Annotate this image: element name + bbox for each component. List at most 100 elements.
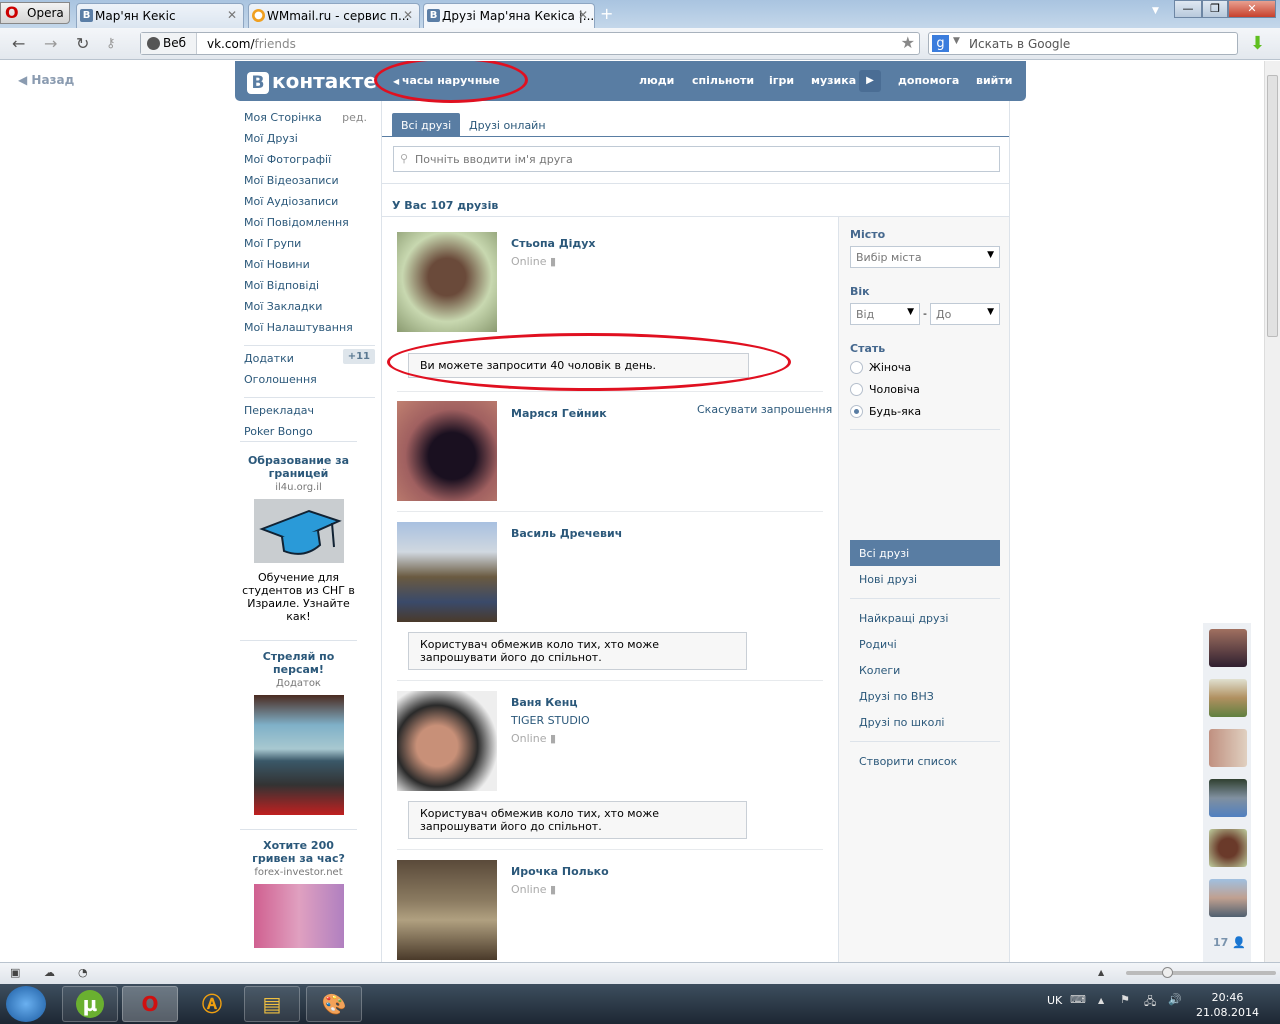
caret-up-icon[interactable]: ▲ <box>1098 968 1104 977</box>
friend-search-input[interactable]: ⚲ Почніть вводити ім'я друга <box>393 146 1000 172</box>
close-window-button[interactable]: ✕ <box>1228 0 1276 18</box>
language-indicator[interactable]: UK <box>1047 994 1062 1007</box>
list-colleagues[interactable]: Колеги <box>859 664 900 677</box>
ad-block[interactable]: Хотите 200 гривен за час? forex-investor… <box>240 839 357 948</box>
list-all-friends[interactable]: Всі друзі <box>859 547 909 560</box>
friend-name[interactable]: Василь Дречевич <box>511 527 622 540</box>
sidebar-item-poker-bongo[interactable]: Poker Bongo <box>244 425 375 446</box>
ad-block[interactable]: Образование за границей il4u.org.il Обуч… <box>240 454 357 623</box>
chat-online-count[interactable]: 17 👤 <box>1213 936 1246 949</box>
sidebar-item-bookmarks[interactable]: Мої Закладки <box>244 300 375 321</box>
friend-avatar[interactable] <box>397 860 497 960</box>
nav-games[interactable]: ігри <box>769 74 794 87</box>
friend-subtitle[interactable]: TIGER STUDIO <box>511 714 590 727</box>
back-link[interactable]: ◀ Назад <box>18 73 74 87</box>
action-center-flag-icon[interactable]: ⚑ <box>1120 993 1130 1006</box>
sidebar-item-messages[interactable]: Мої Повідомлення <box>244 216 375 237</box>
list-best-friends[interactable]: Найкращі друзі <box>859 612 948 625</box>
list-relatives[interactable]: Родичі <box>859 638 897 651</box>
vk-logo[interactable]: Вконтакте <box>247 69 377 94</box>
explorer-taskbar-icon[interactable]: ▤ <box>244 986 300 1022</box>
reload-icon[interactable]: ↻ <box>76 34 89 53</box>
chat-avatar[interactable] <box>1209 829 1247 867</box>
ad-image-game[interactable] <box>253 695 344 815</box>
zoom-slider[interactable] <box>1126 967 1276 978</box>
new-tab-icon[interactable]: + <box>600 4 613 23</box>
friend-name[interactable]: Ирочка Полько <box>511 865 609 878</box>
zoom-slider-handle[interactable] <box>1162 967 1173 978</box>
ad-title[interactable]: Образование за границей <box>240 454 357 480</box>
paint-taskbar-icon[interactable]: 🎨 <box>306 986 362 1022</box>
browser-tab-active[interactable]: В Друзі Мар'яна Кекіса |... ✕ <box>423 3 595 28</box>
minimize-button[interactable]: — <box>1174 0 1202 18</box>
sidebar-item-videos[interactable]: Мої Відеозаписи <box>244 174 375 195</box>
age-from-select[interactable]: Від ▼ <box>850 303 920 325</box>
bookmark-star-icon[interactable]: ★ <box>901 33 915 52</box>
tray-expand-icon[interactable]: ▲ <box>1098 996 1104 1005</box>
close-tab-icon[interactable]: ✕ <box>403 8 413 22</box>
system-clock[interactable]: 20:46 21.08.2014 <box>1196 990 1259 1020</box>
search-field[interactable]: g ▼ Искать в Google <box>928 32 1238 55</box>
age-to-select[interactable]: До ▼ <box>930 303 1000 325</box>
close-tab-icon[interactable]: ✕ <box>227 8 237 22</box>
sidebar-item-my-page[interactable]: Моя Сторінка ред. <box>244 111 375 132</box>
friend-name[interactable]: Маряся Гейник <box>511 407 607 420</box>
sidebar-item-settings[interactable]: Мої Налаштування <box>244 321 375 342</box>
gender-radio-male[interactable]: Чоловіча <box>850 383 920 396</box>
music-play-button[interactable]: ▶ <box>859 70 881 92</box>
chat-avatar[interactable] <box>1209 729 1247 767</box>
forward-icon[interactable]: → <box>44 34 57 53</box>
chat-avatar[interactable] <box>1209 629 1247 667</box>
city-select[interactable]: Вибір міста ▼ <box>850 246 1000 268</box>
gender-radio-female[interactable]: Жіноча <box>850 361 911 374</box>
sidebar-item-apps[interactable]: Додатки +11 <box>244 349 375 373</box>
sidebar-item-ads[interactable]: Оголошення <box>244 373 375 394</box>
create-list-link[interactable]: Створити список <box>859 755 957 768</box>
nav-communities[interactable]: спільноти <box>692 74 754 87</box>
friend-avatar[interactable] <box>397 522 497 622</box>
utorrent-taskbar-icon[interactable]: µ <box>62 986 118 1022</box>
back-icon[interactable]: ← <box>12 34 25 53</box>
friend-avatar[interactable] <box>397 401 497 501</box>
friend-avatar[interactable] <box>397 691 497 791</box>
chat-avatar[interactable] <box>1209 779 1247 817</box>
web-scope-badge[interactable]: Веб <box>141 33 197 54</box>
list-university-friends[interactable]: Друзі по ВНЗ <box>859 690 934 703</box>
list-school-friends[interactable]: Друзі по школі <box>859 716 944 729</box>
chat-avatar[interactable] <box>1209 879 1247 917</box>
gender-radio-any[interactable]: Будь-яка <box>850 405 921 418</box>
tab-all-friends[interactable]: Всі друзі <box>392 113 461 136</box>
friend-name[interactable]: Ваня Кенц <box>511 696 578 709</box>
ad-block[interactable]: Стреляй по персам! Додаток <box>240 650 357 815</box>
opera-menu-button[interactable]: O Opera <box>0 2 70 24</box>
sidebar-item-translator[interactable]: Перекладач <box>244 404 375 425</box>
ad-title[interactable]: Хотите 200 гривен за час? <box>240 839 357 865</box>
nav-music[interactable]: музика <box>811 74 856 87</box>
opera-taskbar-icon[interactable]: O <box>122 986 178 1022</box>
page-scrollbar[interactable] <box>1264 61 1280 962</box>
tab-list-icon[interactable]: ▼ <box>1152 6 1159 16</box>
restore-button[interactable]: ❐ <box>1202 0 1228 18</box>
start-button[interactable] <box>6 986 46 1022</box>
nav-logout[interactable]: вийти <box>976 74 1012 87</box>
address-field[interactable]: Веб vk.com/friends ★ <box>140 32 920 55</box>
ad-image-graduation-cap[interactable] <box>253 499 344 563</box>
ad-title[interactable]: Стреляй по персам! <box>240 650 357 676</box>
nav-help[interactable]: допомога <box>898 74 959 87</box>
speed-dial-icon[interactable]: ◔ <box>78 966 88 979</box>
chat-avatar[interactable] <box>1209 679 1247 717</box>
sidebar-item-friends[interactable]: Мої Друзі <box>244 132 375 153</box>
turbo-cloud-icon[interactable]: ☁ <box>44 966 55 979</box>
list-new-friends[interactable]: Нові друзі <box>859 573 917 586</box>
edit-link[interactable]: ред. <box>342 111 367 124</box>
ad-image-banknote[interactable] <box>253 884 344 948</box>
scrollbar-thumb[interactable] <box>1267 75 1278 337</box>
nav-people[interactable]: люди <box>639 74 674 87</box>
cancel-invite-link[interactable]: Скасувати запрошення <box>697 403 832 416</box>
friend-avatar[interactable] <box>397 232 497 332</box>
close-tab-icon[interactable]: ✕ <box>578 8 588 22</box>
browser-tab[interactable]: В Мар'ян Кекіс ✕ <box>76 3 244 28</box>
sidebar-item-replies[interactable]: Мої Відповіді <box>244 279 375 300</box>
sidebar-item-photos[interactable]: Мої Фотографії <box>244 153 375 174</box>
browser-tab[interactable]: ● WMmail.ru - сервис п... ✕ <box>248 3 420 28</box>
